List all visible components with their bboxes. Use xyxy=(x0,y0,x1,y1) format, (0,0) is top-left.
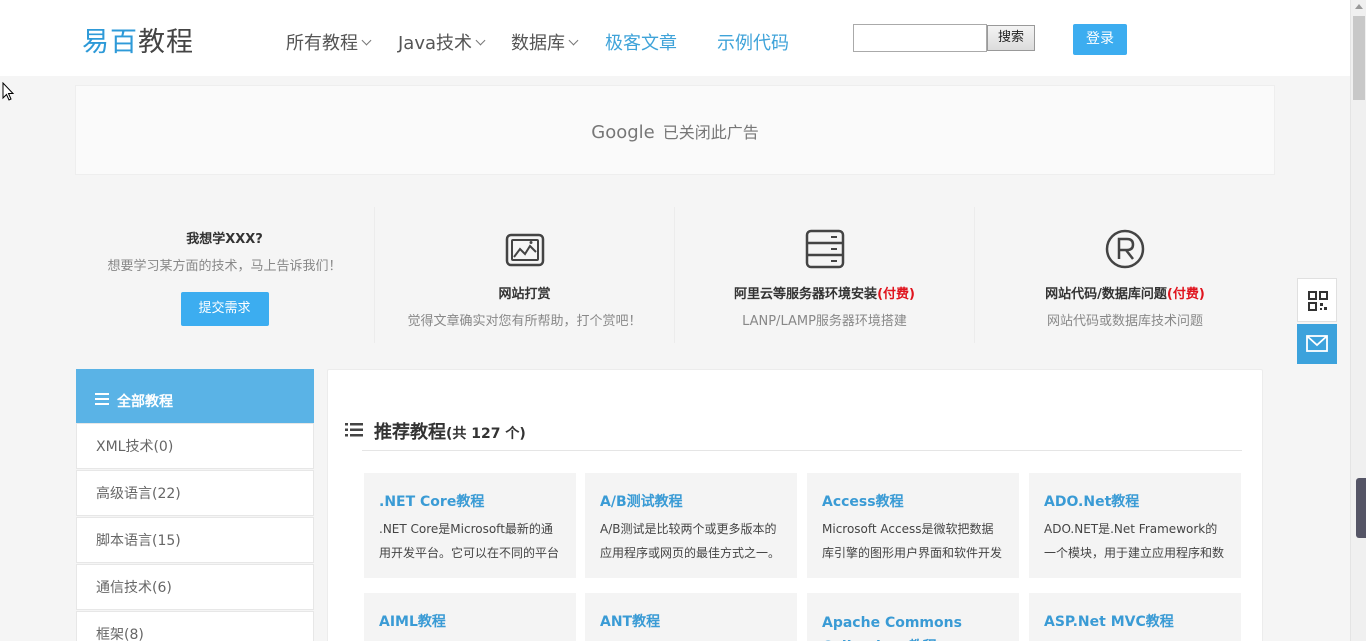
qr-code-icon xyxy=(1308,291,1328,311)
tutorial-card[interactable]: ANT教程 xyxy=(585,593,797,641)
feature-title: 网站打赏 xyxy=(498,287,551,302)
server-icon xyxy=(805,229,844,269)
list-icon xyxy=(95,393,109,405)
scroll-thumb[interactable] xyxy=(1353,16,1365,100)
feature-server-setup[interactable]: 阿里云等服务器环境安装(付费) LANP/LAMP服务器环境搭建 xyxy=(675,207,975,343)
tutorial-card[interactable]: Access教程 Microsoft Access是微软把数据库引擎的图形用户界… xyxy=(807,473,1019,578)
card-title[interactable]: ANT教程 xyxy=(600,611,782,631)
nav-geek-articles[interactable]: 极客文章 xyxy=(605,29,677,55)
page-scrollbar[interactable] xyxy=(1350,0,1366,641)
tutorial-card[interactable]: .NET Core教程 .NET Core是Microsoft最新的通用开发平台… xyxy=(364,473,576,578)
list-icon xyxy=(345,423,363,437)
feature-desc: 网站代码或数据库技术问题 xyxy=(1046,314,1203,329)
ad-banner: Google 已关闭此广告 xyxy=(75,85,1275,175)
nav-java[interactable]: Java技术 xyxy=(398,29,486,55)
site-logo[interactable]: 易百教程 xyxy=(82,20,194,59)
card-title[interactable]: ASP.Net MVC教程 xyxy=(1044,611,1226,631)
card-desc: A/B测试是比较两个或更多版本的应用程序或网页的最佳方式之一。 xyxy=(600,522,781,560)
card-title[interactable]: Apache Commons Collections教程 xyxy=(822,611,1004,641)
ad-closed-text: 已关闭此广告 xyxy=(662,123,759,142)
feature-desc: 觉得文章确实对您有所帮助，打个赏吧！ xyxy=(407,314,642,329)
feature-title: 我想学XXX? xyxy=(186,232,263,247)
qr-code-button[interactable] xyxy=(1297,278,1337,322)
tutorial-card[interactable]: A/B测试教程 A/B测试是比较两个或更多版本的应用程序或网页的最佳方式之一。 xyxy=(585,473,797,578)
section-title: 推荐教程(共 127 个) xyxy=(345,418,526,444)
feature-desc: LANP/LAMP服务器环境搭建 xyxy=(742,314,907,329)
tutorial-card[interactable]: ADO.Net教程 ADO.NET是.Net Framework的一个模块，用于… xyxy=(1029,473,1241,578)
card-desc: Microsoft Access是微软把数据库引擎的图形用户界面和软件开发工 xyxy=(822,522,1003,560)
chevron-down-icon xyxy=(475,35,486,46)
email-button[interactable] xyxy=(1297,324,1337,364)
chevron-down-icon xyxy=(568,35,579,46)
card-desc: ADO.NET是.Net Framework的一个模块，用于建立应用程序和数据 xyxy=(1044,522,1225,560)
card-title[interactable]: Access教程 xyxy=(822,491,1004,511)
sidebar-item-frameworks[interactable]: 框架(8) xyxy=(76,611,314,641)
card-title[interactable]: AIML教程 xyxy=(379,611,561,631)
tutorial-card[interactable]: AIML教程 xyxy=(364,593,576,641)
google-logo: Google xyxy=(591,122,655,143)
nav-database[interactable]: 数据库 xyxy=(511,29,579,55)
feature-code-help[interactable]: 网站代码/数据库问题(付费) 网站代码或数据库技术问题 xyxy=(975,207,1275,343)
login-button[interactable]: 登录 xyxy=(1073,24,1127,55)
registered-icon xyxy=(1105,229,1145,269)
sidebar-item-advanced-languages[interactable]: 高级语言(22) xyxy=(76,470,314,516)
feature-title: 阿里云等服务器环境安装(付费) xyxy=(734,287,915,302)
chevron-down-icon xyxy=(361,35,372,46)
divider xyxy=(362,450,1242,451)
nav-all-tutorials[interactable]: 所有教程 xyxy=(286,29,372,55)
sidebar-item-script-languages[interactable]: 脚本语言(15) xyxy=(76,517,314,563)
card-title[interactable]: ADO.Net教程 xyxy=(1044,491,1226,511)
card-desc: .NET Core是Microsoft最新的通用开发平台。它可以在不同的平台 xyxy=(379,522,560,560)
sidebar-item-xml[interactable]: XML技术(0) xyxy=(76,423,314,469)
mail-icon xyxy=(1306,335,1328,352)
side-widget-tab[interactable] xyxy=(1356,478,1366,538)
sidebar-all-tutorials[interactable]: 全部教程 xyxy=(76,369,314,423)
tutorial-card[interactable]: ASP.Net MVC教程 xyxy=(1029,593,1241,641)
top-header: 易百教程 所有教程 Java技术 数据库 极客文章 示例代码 搜索 登录 xyxy=(0,0,1350,76)
sidebar-item-communication[interactable]: 通信技术(6) xyxy=(76,564,314,610)
submit-request-button[interactable]: 提交需求 xyxy=(180,292,269,326)
card-title[interactable]: .NET Core教程 xyxy=(379,491,561,511)
search-button[interactable]: 搜索 xyxy=(987,25,1035,51)
search-input[interactable] xyxy=(853,24,987,52)
feature-title: 网站代码/数据库问题(付费) xyxy=(1045,287,1205,302)
scroll-up-arrow-icon[interactable] xyxy=(1355,4,1363,9)
feature-request: 我想学XXX? 想要学习某方面的技术，马上告诉我们！ 提交需求 xyxy=(75,207,375,343)
feature-donate[interactable]: 网站打赏 觉得文章确实对您有所帮助，打个赏吧！ xyxy=(375,207,675,343)
mouse-cursor-icon xyxy=(2,82,15,101)
nav-sample-code[interactable]: 示例代码 xyxy=(717,29,789,55)
picture-frame-icon xyxy=(505,233,544,267)
tutorial-card[interactable]: Apache Commons Collections教程 xyxy=(807,593,1019,641)
card-title[interactable]: A/B测试教程 xyxy=(600,491,782,511)
recommended-tutorials-panel: 推荐教程(共 127 个) .NET Core教程 .NET Core是Micr… xyxy=(327,369,1263,641)
feature-desc: 想要学习某方面的技术，马上告诉我们！ xyxy=(107,259,342,274)
